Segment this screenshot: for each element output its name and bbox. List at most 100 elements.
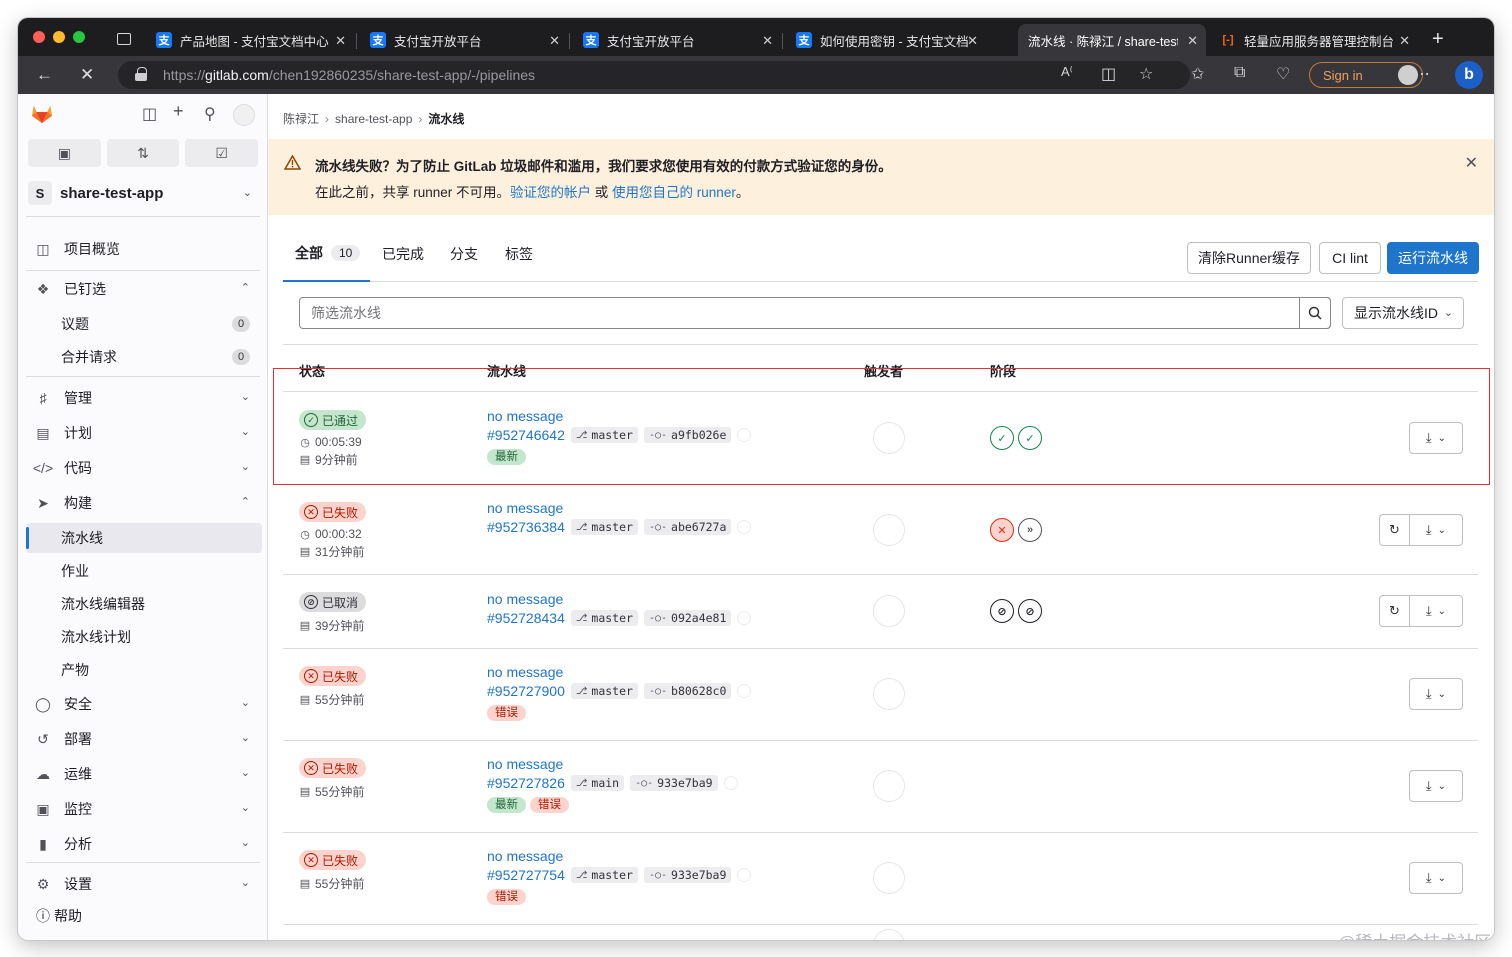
commit-message-link[interactable]: no message — [487, 591, 563, 607]
triggerer-avatar[interactable] — [873, 422, 905, 454]
browser-tab[interactable]: [-] 轻量应用服务器管理控制台 ✕ — [1210, 24, 1418, 56]
copilot-icon[interactable]: b — [1455, 61, 1483, 89]
author-avatar[interactable] — [723, 776, 738, 790]
run-pipeline-button[interactable]: 运行流水线 — [1387, 242, 1479, 274]
status-badge[interactable]: ✕ 已失败 — [299, 758, 367, 778]
sidebar-item-security[interactable]: ◯ 安全 ⌄ — [26, 689, 262, 719]
sidebar-item-pipeline-editor[interactable]: 流水线编辑器 — [26, 589, 262, 619]
pipeline-id-link[interactable]: #952727754 — [487, 867, 565, 883]
stop-loading-icon[interactable]: ✕ — [80, 65, 94, 85]
pipeline-id-link[interactable]: #952728434 — [487, 610, 565, 626]
search-button[interactable] — [1299, 297, 1331, 329]
pipeline-id-link[interactable]: #952727900 — [487, 683, 565, 699]
close-tab-icon[interactable]: ✕ — [1399, 33, 1410, 49]
branch-ref[interactable]: ⎇ master — [570, 610, 638, 626]
sidebar-item-analyze[interactable]: ▮ 分析 ⌄ — [26, 829, 262, 859]
retry-button[interactable]: ↻ — [1379, 514, 1409, 546]
download-artifacts-button[interactable]: ⤓ ⌄ — [1409, 862, 1463, 894]
close-icon[interactable]: ✕ — [1465, 153, 1478, 173]
favorites-list-icon[interactable]: ✩ — [1191, 64, 1204, 84]
gitlab-logo-icon[interactable] — [31, 104, 53, 124]
tab-actions-icon[interactable] — [117, 33, 131, 45]
browser-tab[interactable]: 支支付宝开放平台 ✕ — [573, 24, 781, 56]
status-badge[interactable]: ✕ 已失败 — [299, 666, 367, 686]
browser-tab[interactable]: 支如何使用密钥 - 支付宝文档中心✕ — [786, 24, 986, 56]
sidebar-item-pipelines[interactable]: 流水线 — [26, 523, 262, 553]
pipeline-id-link[interactable]: #952727826 — [487, 775, 565, 791]
create-new-icon[interactable]: + — [173, 101, 184, 122]
breadcrumb-item[interactable]: 流水线 — [428, 110, 464, 127]
author-avatar[interactable] — [737, 428, 752, 442]
filter-pipelines-input[interactable]: 筛选流水线 — [299, 297, 1331, 329]
status-badge[interactable]: ✕ 已失败 — [299, 850, 367, 870]
stage-cancel-icon[interactable]: ⊘ — [1018, 599, 1042, 623]
triggerer-avatar[interactable] — [873, 595, 905, 627]
commit-sha[interactable]: -○- abe6727a — [643, 519, 732, 535]
verify-account-link[interactable]: 验证您的帐户 — [510, 185, 591, 200]
tab-finished[interactable]: 已完成 — [382, 225, 424, 282]
sidebar-item-merge-requests[interactable]: 合并请求 0 — [26, 342, 262, 372]
split-screen-icon[interactable]: ◫ — [1101, 64, 1116, 84]
sidebar-item-build[interactable]: ➤ 构建 ⌃ — [26, 488, 262, 518]
download-artifacts-button[interactable]: ⤓ ⌄ — [1409, 678, 1463, 710]
show-pipeline-id-dropdown[interactable]: 显示流水线ID ⌄ — [1342, 297, 1464, 329]
stage-cancel-icon[interactable]: ⊘ — [990, 599, 1014, 623]
sidebar-item-monitor[interactable]: ▣ 监控 ⌄ — [26, 794, 262, 824]
sidebar-item-artifacts[interactable]: 产物 — [26, 655, 262, 685]
tab-branches[interactable]: 分支 — [450, 225, 478, 282]
retry-button[interactable]: ↻ — [1379, 595, 1409, 627]
collections-icon[interactable]: ⧉ — [1234, 64, 1245, 82]
pipeline-id-link[interactable]: #952736384 — [487, 519, 565, 535]
sidebar-item-pipeline-schedules[interactable]: 流水线计划 — [26, 622, 262, 652]
sidebar-item-plan[interactable]: ▤ 计划 ⌄ — [26, 418, 262, 448]
commit-sha[interactable]: -○- 933e7ba9 — [643, 867, 732, 883]
triggerer-avatar[interactable] — [873, 862, 905, 894]
branch-ref[interactable]: ⎇ main — [570, 775, 625, 791]
address-bar[interactable]: https://gitlab.com/chen192860235/share-t… — [118, 61, 1190, 89]
sidebar-item-issues[interactable]: 议题 0 — [26, 309, 262, 339]
triggerer-avatar[interactable] — [873, 514, 905, 546]
commit-sha[interactable]: -○- 092a4e81 — [643, 610, 732, 626]
search-icon[interactable]: ⚲ — [204, 104, 216, 124]
download-artifacts-button[interactable]: ⤓ ⌄ — [1409, 422, 1463, 454]
tab-all[interactable]: 全部 10 — [283, 225, 370, 282]
sidebar-item-manage[interactable]: ♯ 管理 ⌄ — [26, 383, 262, 413]
commit-message-link[interactable]: no message — [487, 664, 563, 680]
breadcrumb-item[interactable]: 陈禄江 — [283, 110, 319, 127]
status-badge[interactable]: ✕ 已失败 — [299, 502, 367, 522]
sidebar-item-overview[interactable]: ◫ 项目概览 — [26, 234, 262, 264]
close-tab-icon[interactable]: ✕ — [967, 33, 978, 49]
collapse-sidebar-icon[interactable]: ◫ — [142, 104, 157, 124]
stage-ok-icon[interactable]: ✓ — [990, 426, 1014, 450]
download-artifacts-button[interactable]: ⤓ ⌄ — [1409, 770, 1463, 802]
triggerer-avatar[interactable] — [873, 929, 905, 940]
download-artifacts-button[interactable]: ⤓ ⌄ — [1409, 595, 1463, 627]
status-badge[interactable]: ⊘ 已取消 — [299, 592, 367, 612]
download-artifacts-button[interactable]: ⤓ ⌄ — [1409, 514, 1463, 546]
sidebar-item-pinned[interactable]: ❖ 已钉选 ⌃ — [26, 274, 262, 304]
branch-ref[interactable]: ⎇ master — [570, 427, 638, 443]
browser-tab[interactable]: 支产品地图 - 支付宝文档中心 ✕ — [146, 24, 354, 56]
commit-sha[interactable]: -○- 933e7ba9 — [630, 775, 718, 791]
sidebar-item-settings[interactable]: ⚙ 设置 ⌄ — [26, 869, 262, 899]
performance-icon[interactable]: ♡ — [1276, 64, 1290, 84]
read-aloud-icon[interactable]: A⁽ — [1061, 64, 1073, 80]
maximize-window-button[interactable] — [73, 31, 85, 43]
triggerer-avatar[interactable] — [873, 678, 905, 710]
branch-ref[interactable]: ⎇ master — [570, 683, 638, 699]
commit-message-link[interactable]: no message — [487, 500, 563, 516]
close-window-button[interactable] — [33, 31, 45, 43]
own-runner-link[interactable]: 使用您自己的 runner — [612, 185, 736, 200]
sidebar-item-code[interactable]: </> 代码 ⌄ — [26, 453, 262, 483]
close-tab-icon[interactable]: ✕ — [1187, 33, 1198, 49]
pipeline-id-link[interactable]: #952746642 — [487, 427, 565, 443]
favorite-star-icon[interactable]: ☆ — [1139, 64, 1153, 84]
tab-tags[interactable]: 标签 — [505, 225, 533, 282]
minimize-window-button[interactable] — [53, 31, 65, 43]
browser-tab[interactable]: 流水线 · 陈禄江 / share-test-app ✕ — [1018, 24, 1206, 56]
breadcrumb-item[interactable]: share-test-app — [335, 112, 412, 126]
author-avatar[interactable] — [737, 684, 752, 698]
close-tab-icon[interactable]: ✕ — [762, 33, 773, 49]
clear-runner-cache-button[interactable]: 清除Runner缓存 — [1187, 242, 1311, 274]
ci-lint-button[interactable]: CI lint — [1319, 242, 1381, 274]
